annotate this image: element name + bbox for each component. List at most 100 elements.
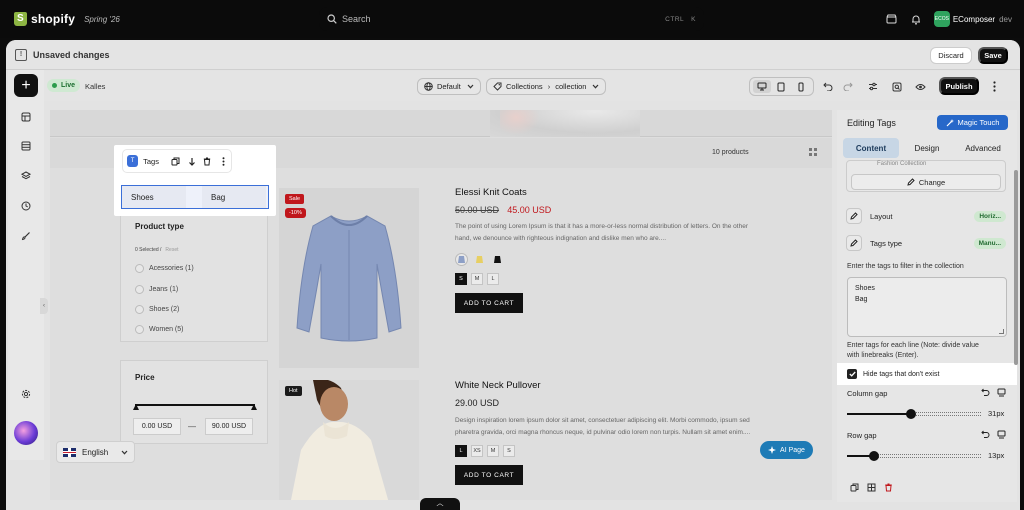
history-clock-icon[interactable]: [18, 198, 34, 214]
checkbox-checked[interactable]: [847, 369, 857, 379]
radio-circle[interactable]: [135, 305, 144, 314]
layout-icon[interactable]: [18, 109, 34, 125]
slider-knob[interactable]: [906, 409, 916, 419]
language-switcher[interactable]: English: [56, 441, 135, 463]
settings-gear-icon[interactable]: [18, 386, 34, 402]
season-label: Spring '26: [84, 14, 120, 24]
add-to-cart-button[interactable]: ADD TO CART: [455, 293, 523, 313]
delete-icon[interactable]: [200, 157, 216, 166]
slider-knob[interactable]: [869, 451, 879, 461]
page-breadcrumb[interactable]: Collections › collection: [486, 78, 607, 95]
magic-touch-button[interactable]: Magic Touch: [937, 115, 1008, 130]
top-bar: shopify Spring '26 Search CTRLK ECOS ECo…: [0, 0, 1024, 38]
store-icon[interactable]: [880, 14, 904, 24]
redo-icon[interactable]: [840, 79, 856, 94]
theme-name: Kalles: [85, 82, 106, 91]
save-button[interactable]: Save: [978, 47, 1008, 64]
language-select[interactable]: Default: [417, 78, 481, 95]
row-gap-slider[interactable]: [847, 451, 981, 461]
shopify-logo[interactable]: shopify Spring '26: [14, 12, 120, 26]
tags-type-setting[interactable]: Tags type Manu...: [846, 234, 1006, 252]
sidebar-collapse-toggle[interactable]: ‹: [40, 298, 48, 314]
sliders-icon[interactable]: [865, 79, 881, 94]
tag-chip[interactable]: Bag: [202, 186, 266, 208]
size-option[interactable]: S: [455, 273, 467, 285]
responsive-device-icon[interactable]: [993, 388, 1009, 397]
discard-button[interactable]: Discard: [930, 47, 972, 64]
reset-icon[interactable]: [977, 430, 993, 439]
price-min-input[interactable]: 0.00 USD: [133, 418, 181, 435]
ai-page-button[interactable]: AI Page: [760, 441, 813, 459]
reset-icon[interactable]: [977, 388, 993, 397]
change-collection-button[interactable]: Change: [851, 174, 1001, 190]
tablet-icon[interactable]: [772, 80, 790, 93]
product-name[interactable]: Elessi Knit Coats: [455, 187, 755, 198]
move-down-icon[interactable]: [184, 157, 200, 166]
collection-banner: [50, 110, 832, 137]
hide-missing-tags-option[interactable]: Hide tags that don't exist: [837, 363, 1017, 385]
scrollbar-thumb[interactable]: [1014, 170, 1018, 365]
column-gap-value: 31px: [988, 409, 1005, 418]
row-gap-value: 13px: [988, 451, 1005, 460]
filter-option[interactable]: Women (5): [135, 325, 184, 334]
size-option[interactable]: L: [487, 273, 499, 285]
more-vertical-icon[interactable]: [215, 156, 231, 166]
resize-handle[interactable]: [999, 329, 1004, 334]
table-icon[interactable]: [863, 483, 880, 492]
duplicate-icon[interactable]: [168, 157, 184, 166]
layout-setting[interactable]: Layout Horiz...: [846, 207, 1006, 225]
warning-icon: !: [15, 48, 27, 61]
price-range-slider[interactable]: [133, 404, 257, 410]
responsive-device-icon[interactable]: [993, 430, 1009, 439]
product-name[interactable]: White Neck Pullover: [455, 380, 755, 391]
trash-icon[interactable]: [880, 483, 897, 492]
filter-option[interactable]: Jeans (1): [135, 285, 178, 294]
expand-chevron-up[interactable]: ︿: [420, 498, 460, 510]
filter-option[interactable]: Shoes (2): [135, 305, 179, 314]
tags-textarea[interactable]: Shoes Bag: [847, 277, 1007, 337]
inspect-icon[interactable]: [889, 79, 905, 94]
brush-icon[interactable]: [18, 228, 34, 244]
sections-icon[interactable]: [18, 138, 34, 154]
desktop-icon[interactable]: [752, 80, 771, 93]
copy-icon[interactable]: [846, 483, 863, 492]
price-max-input[interactable]: 90.00 USD: [205, 418, 253, 435]
size-option[interactable]: L: [455, 445, 467, 457]
more-vertical-icon[interactable]: [986, 78, 1002, 94]
tab-advanced[interactable]: Advanced: [955, 138, 1011, 158]
size-option[interactable]: S: [503, 445, 515, 457]
panel-scrollbar[interactable]: [1014, 140, 1018, 500]
filter-option[interactable]: Acessories (1): [135, 264, 194, 273]
add-to-cart-button[interactable]: ADD TO CART: [455, 465, 523, 485]
tab-content[interactable]: Content: [843, 138, 899, 158]
size-option[interactable]: XS: [471, 445, 483, 457]
search-input[interactable]: Search CTRL K: [319, 7, 704, 31]
column-gap-slider[interactable]: [847, 409, 981, 419]
bell-icon[interactable]: [904, 14, 928, 25]
radio-circle[interactable]: [135, 264, 144, 273]
store-name[interactable]: EComposer: [953, 15, 995, 24]
swatch-black[interactable]: [491, 253, 504, 266]
mobile-icon[interactable]: [792, 80, 810, 93]
product-image[interactable]: Sale -10%: [279, 188, 419, 368]
product-image[interactable]: Hot: [279, 380, 419, 500]
publish-button[interactable]: Publish: [939, 77, 979, 95]
add-element-button[interactable]: +: [14, 74, 38, 97]
tab-design[interactable]: Design: [899, 138, 955, 158]
setting-value-badge: Horiz...: [974, 210, 1006, 222]
swatch-yellow[interactable]: [473, 253, 486, 266]
layers-icon[interactable]: [18, 168, 34, 184]
size-option[interactable]: M: [471, 273, 483, 285]
undo-icon[interactable]: [820, 79, 836, 94]
live-badge: Live: [47, 79, 81, 92]
preview-eye-icon[interactable]: [912, 79, 928, 94]
radio-circle[interactable]: [135, 325, 144, 334]
swatch-blue[interactable]: [455, 253, 468, 266]
grid-view-icon[interactable]: [808, 147, 818, 157]
size-option[interactable]: M: [487, 445, 499, 457]
assistant-avatar[interactable]: [14, 421, 38, 445]
radio-circle[interactable]: [135, 285, 144, 294]
store-avatar[interactable]: ECOS: [933, 11, 950, 27]
filter-reset-link[interactable]: Reset: [165, 247, 178, 253]
tag-chip[interactable]: Shoes: [122, 186, 186, 208]
